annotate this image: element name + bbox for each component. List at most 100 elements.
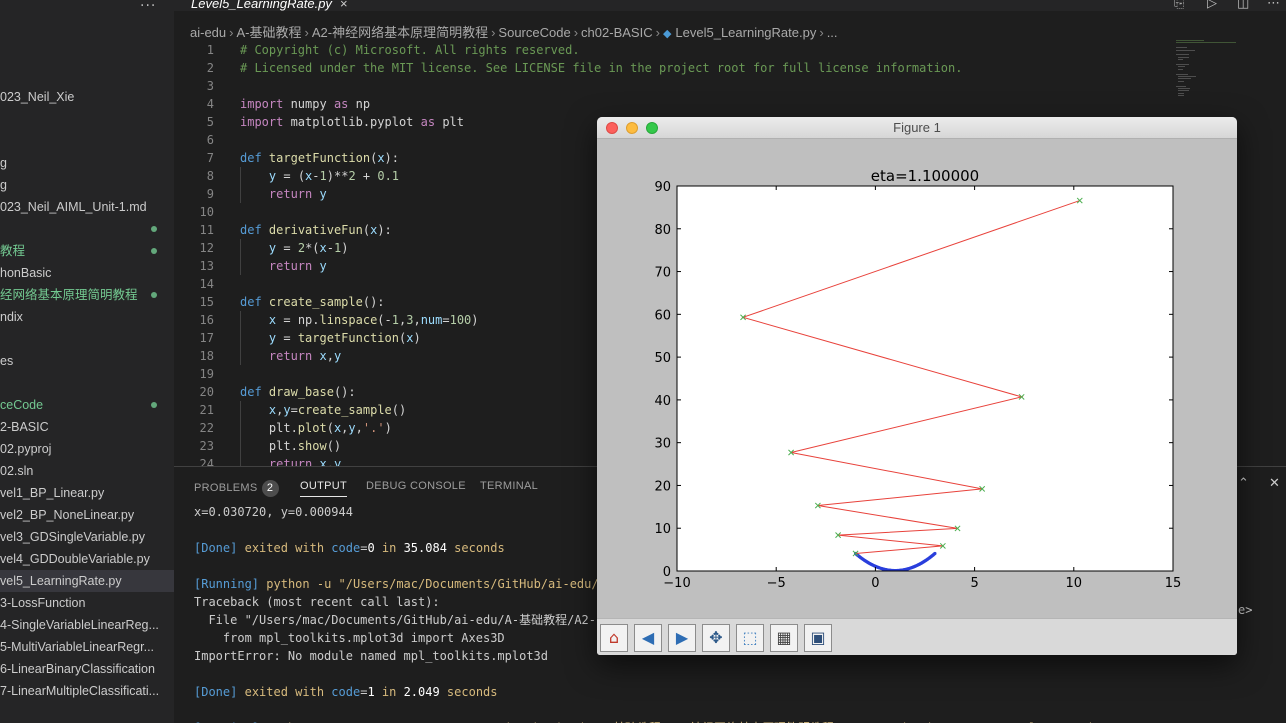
back-icon[interactable]: ◀ [634, 624, 662, 652]
tab-problems[interactable]: PROBLEMS 2 [194, 480, 279, 497]
tree-item[interactable]: 经网络基本原理简明教程 [0, 284, 174, 306]
minimap-line [1176, 64, 1189, 65]
tree-item-label: vel4_GDDoubleVariable.py [0, 552, 150, 566]
tree-item-label: 3-LossFunction [0, 596, 86, 610]
code-text: def create_sample(): [240, 295, 385, 309]
home-icon[interactable]: ⌂ [600, 624, 628, 652]
close-window-button[interactable] [606, 122, 618, 134]
minimap-line [1176, 47, 1187, 49]
figure-titlebar[interactable]: Figure 1 [597, 117, 1237, 139]
minimize-window-button[interactable] [626, 122, 638, 134]
tree-item-label: vel5_LearningRate.py [0, 574, 122, 588]
tree-item[interactable]: es [0, 350, 174, 372]
tab-terminal[interactable]: TERMINAL [480, 480, 538, 492]
line-number: 17 [199, 331, 214, 345]
breadcrumb-item[interactable]: A-基础教程 [236, 25, 301, 40]
breadcrumb-item[interactable]: ch02-BASIC [581, 25, 653, 40]
tree-item[interactable]: 023_Neil_Xie [0, 86, 174, 108]
close-panel-icon[interactable]: ✕ [1269, 476, 1280, 491]
tree-item[interactable]: g [0, 174, 174, 196]
zoom-icon[interactable]: ⬚ [736, 624, 764, 652]
tree-item[interactable]: ceCode [0, 394, 174, 416]
tab-output[interactable]: OUTPUT [300, 480, 348, 497]
tree-item[interactable]: vel2_BP_NoneLinear.py [0, 504, 174, 526]
code-line: 4 import numpy as np [174, 95, 1286, 113]
tree-item[interactable]: 023_Neil_AIML_Unit-1.md [0, 196, 174, 218]
tree-item[interactable]: 3-LossFunction [0, 592, 174, 614]
tree-item-label: honBasic [0, 266, 52, 280]
tree-item[interactable]: 02.pyproj [0, 438, 174, 460]
tab-close-icon[interactable]: × [340, 0, 348, 11]
x-tick-label: 15 [1165, 576, 1182, 591]
tree-item-label: g [0, 178, 7, 192]
more-actions-icon[interactable]: ... [140, 0, 156, 10]
minimap-line [1178, 88, 1190, 89]
tree-item[interactable]: 6-LinearBinaryClassification [0, 658, 174, 680]
tree-item[interactable]: 7-LinearMultipleClassificati... [0, 680, 174, 702]
code-text: return y [268, 259, 327, 273]
code-text: def targetFunction(x): [240, 151, 399, 165]
tab-level5-learningrate[interactable]: Level5_LearningRate.py × [186, 0, 348, 11]
tree-item[interactable]: g [0, 152, 174, 174]
line-number: 4 [206, 97, 214, 111]
breadcrumb-item[interactable]: ai-edu [190, 25, 226, 40]
save-icon[interactable]: ▣ [804, 624, 832, 652]
line-number: 21 [199, 403, 214, 417]
code-text: y = 2*(x-1) [268, 241, 349, 255]
run-file-icon[interactable]: ▷ [1207, 0, 1217, 11]
minimap-line [1178, 95, 1185, 97]
tree-item[interactable]: 4-SingleVariableLinearReg... [0, 614, 174, 636]
python-file-icon: ◆ [662, 28, 672, 40]
code-text: def derivativeFun(x): [240, 223, 392, 237]
breadcrumb-item[interactable]: SourceCode [498, 25, 570, 40]
y-tick-label: 0 [663, 565, 671, 580]
line-number: 9 [206, 187, 214, 201]
line-number: 15 [199, 295, 214, 309]
open-changes-icon[interactable]: ⎘ [1174, 0, 1184, 11]
code-text: y = targetFunction(x) [268, 331, 421, 345]
tree-item-label: ceCode [0, 398, 44, 412]
panel-tab-label: TERMINAL [480, 480, 539, 492]
zoom-window-button[interactable] [646, 122, 658, 134]
tree-item[interactable]: 5-MultiVariableLinearRegr... [0, 636, 174, 658]
breadcrumb-item[interactable]: ... [827, 25, 838, 40]
breadcrumb-item[interactable]: Level5_LearningRate.py [675, 25, 816, 40]
tree-item-label: 2-BASIC [0, 420, 49, 434]
panel-tab-label: DEBUG CONSOLE [366, 480, 466, 492]
tab-debug-console[interactable]: DEBUG CONSOLE [366, 480, 466, 492]
line-number: 13 [199, 259, 214, 273]
breadcrumb-item[interactable]: A2-神经网络基本原理简明教程 [312, 25, 488, 40]
breadcrumb-separator-icon: › [819, 25, 824, 40]
tree-item[interactable]: 教程 [0, 240, 174, 262]
more-actions-icon[interactable]: ⋯ [1267, 0, 1280, 11]
tree-item[interactable] [0, 218, 174, 240]
y-tick-label: 10 [654, 522, 671, 537]
subplots-icon[interactable]: ▦ [770, 624, 798, 652]
tree-item[interactable]: ndix [0, 306, 174, 328]
split-editor-icon[interactable]: ◫ [1237, 0, 1249, 11]
tree-item[interactable]: 2-BASIC [0, 416, 174, 438]
tree-item[interactable]: vel5_LearningRate.py [0, 570, 174, 592]
tree-item-label: 7-LinearMultipleClassificati... [0, 684, 160, 698]
tree-item[interactable]: vel4_GDDoubleVariable.py [0, 548, 174, 570]
maximize-panel-icon[interactable]: ⌃ [1238, 476, 1249, 491]
tree-item[interactable]: vel1_BP_Linear.py [0, 482, 174, 504]
pan-icon[interactable]: ✥ [702, 624, 730, 652]
panel-tab-label: OUTPUT [300, 480, 348, 492]
minimap-line [1176, 73, 1188, 75]
tree-item[interactable]: 02.sln [0, 460, 174, 482]
x-tick-label: 10 [1066, 576, 1083, 591]
forward-icon[interactable]: ▶ [668, 624, 696, 652]
tree-item-label: 02.pyproj [0, 442, 52, 456]
tree-item[interactable]: vel3_GDSingleVariable.py [0, 526, 174, 548]
tree-item[interactable]: honBasic [0, 262, 174, 284]
minimap[interactable] [1176, 40, 1246, 120]
plot-area[interactable] [677, 186, 1173, 571]
line-number: 2 [206, 61, 214, 75]
line-number: 11 [199, 223, 214, 237]
tree-item-label: vel1_BP_Linear.py [0, 486, 105, 500]
breadcrumb-separator-icon: › [655, 25, 660, 40]
figure-toolbar: ⌂ ◀ ▶ ✥ ⬚ ▦ ▣ [597, 618, 1237, 655]
y-tick-label: 30 [654, 437, 671, 452]
plot-canvas[interactable]: eta=1.100000−10 −5 0 5 10 1501020304050607080… [597, 140, 1237, 618]
